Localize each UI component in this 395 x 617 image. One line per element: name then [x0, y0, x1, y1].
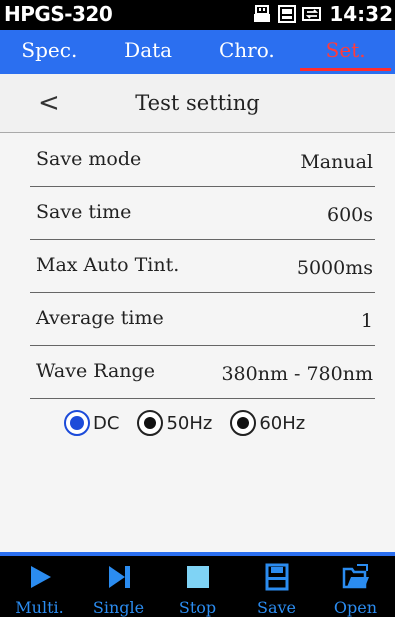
setting-label: Wave Range	[36, 360, 155, 382]
multi-button[interactable]: Multi.	[0, 556, 79, 617]
bottom-toolbar: Multi. Single Stop Save Open	[0, 552, 395, 617]
page-title: Test setting	[135, 91, 260, 115]
frequency-radio-group: DC 50Hz 60Hz	[64, 410, 305, 436]
setting-max-auto-tint[interactable]: Max Auto Tint. 5000ms	[30, 240, 375, 293]
setting-value: 1	[360, 310, 373, 332]
tab-spec[interactable]: Spec.	[0, 30, 99, 74]
save-button[interactable]: Save	[237, 556, 316, 617]
save-icon	[265, 563, 288, 591]
stop-button[interactable]: Stop	[158, 556, 237, 617]
usb-icon	[254, 5, 271, 22]
setting-value: 600s	[326, 204, 373, 226]
setting-label: Save mode	[36, 148, 142, 170]
status-bar: HPGS-320 14:32	[0, 0, 395, 30]
radio-label: 50Hz	[166, 412, 213, 434]
setting-average-time[interactable]: Average time 1	[30, 293, 375, 346]
single-button[interactable]: Single	[79, 556, 158, 617]
tab-chro[interactable]: Chro.	[198, 30, 297, 74]
toolbar-label: Stop	[178, 598, 217, 617]
radio-50hz[interactable]: 50Hz	[137, 410, 212, 436]
open-button[interactable]: Open	[316, 556, 395, 617]
sd-card-icon	[278, 5, 297, 23]
clock: 14:32	[329, 2, 393, 26]
setting-label: Max Auto Tint.	[36, 254, 180, 276]
setting-label: Save time	[36, 201, 132, 223]
setting-value: Manual	[300, 151, 373, 173]
radio-60hz[interactable]: 60Hz	[230, 410, 305, 436]
play-icon	[30, 566, 51, 588]
setting-save-time[interactable]: Save time 600s	[30, 187, 375, 240]
radio-selected-icon	[64, 410, 90, 436]
tab-set[interactable]: Set.	[296, 30, 395, 74]
setting-value: 5000ms	[296, 257, 373, 279]
setting-value: 380nm - 780nm	[221, 363, 373, 385]
radio-icon	[230, 410, 257, 436]
page-header: < Test setting	[0, 74, 395, 133]
setting-wave-range[interactable]: Wave Range 380nm - 780nm	[30, 346, 375, 399]
radio-label: DC	[93, 412, 120, 434]
radio-label: 60Hz	[259, 412, 306, 434]
radio-dc[interactable]: DC	[64, 410, 119, 436]
device-name: HPGS-320	[4, 2, 113, 26]
battery-icon	[302, 7, 322, 21]
tab-data[interactable]: Data	[99, 30, 198, 74]
step-forward-icon	[108, 566, 130, 588]
setting-save-mode[interactable]: Save mode Manual	[30, 134, 375, 187]
tab-bar: Spec. Data Chro. Set.	[0, 30, 395, 74]
setting-label: Average time	[36, 307, 164, 329]
toolbar-label: Multi.	[15, 598, 64, 617]
folder-open-icon	[342, 564, 369, 589]
stop-icon	[186, 566, 209, 588]
toolbar-label: Save	[256, 598, 296, 617]
radio-icon	[137, 410, 164, 436]
status-icons: 14:32	[252, 2, 393, 26]
toolbar-label: Single	[92, 598, 145, 617]
toolbar-label: Open	[333, 598, 378, 617]
